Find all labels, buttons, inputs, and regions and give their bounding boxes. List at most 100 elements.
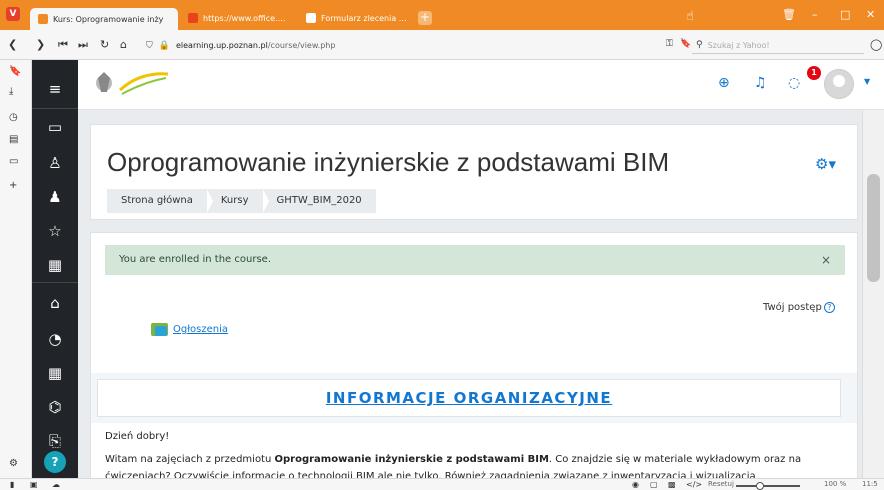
tab-course[interactable]: Kurs: Oprogramowanie inży [30,8,178,30]
notes-panel-icon[interactable]: ▤ [9,134,18,145]
info-section: INFORMACJE ORGANIZACYJNE [91,373,857,423]
avatar[interactable] [824,69,854,99]
add-panel-icon[interactable]: + [9,180,17,191]
book-icon[interactable]: ▦ [32,248,78,282]
url-field[interactable]: ⛉ 🔒 elearning.up.poznan.pl/course/view.p… [146,37,652,54]
tab-course-label: Kurs: Oprogramowanie inży [53,14,164,24]
search-input[interactable]: ⚲ Szukaj z Yahoo! [692,37,864,54]
zoom-slider-knob[interactable] [756,482,764,490]
office-favicon-icon [188,13,198,23]
reload-icon[interactable]: ↻ [100,38,109,51]
graduation-icon[interactable]: ⌬ [32,390,78,424]
settings-panel-icon[interactable]: ⚙ [9,458,18,469]
breadcrumb: Strona główna Kursy GHTW_BIM_2020 [107,189,376,213]
progress-label: Twój postęp [763,302,822,313]
announcements-link[interactable]: Ogłoszenia [173,324,228,335]
history-panel-icon[interactable]: ◷ [9,112,18,123]
bookmark-icon[interactable]: 🔖 [680,39,691,49]
notification-badge: 1 [807,66,821,80]
forward-icon[interactable]: ❯ [36,38,45,51]
nav-drawer: ≡ ▭ ♙ ♟ ☆ ▦ ⌂ ◔ ▦ ⌬ ⎘ ? [32,60,78,478]
forum-icon [151,323,168,336]
language-globe-icon[interactable]: ⊕ [718,75,730,91]
tab-form[interactable]: Formularz zlecenia "utworz [298,8,416,28]
site-navbar: ⊕ ♫ ◌ 1 ▼ [78,60,884,110]
dashboard-icon[interactable]: ◔ [32,322,78,356]
drawer-divider [32,282,78,283]
maximize-icon[interactable]: □ [840,8,850,21]
new-tab-button[interactable]: + [418,11,432,25]
drawer-divider [32,108,78,109]
window-panel-icon[interactable]: ▭ [9,156,18,167]
panel-toggle-icon[interactable]: ▮ [10,480,14,489]
image-icon[interactable]: ▩ [668,480,676,489]
zoom-level: 100 % [824,480,847,488]
info-heading-box: INFORMACJE ORGANIZACYJNE [97,379,841,417]
info-heading[interactable]: INFORMACJE ORGANIZACYJNE [326,389,612,407]
browser-side-panel: 🔖 ⤓ ◷ ▤ ▭ + ⚙ [0,60,32,478]
back-icon[interactable]: ❮ [8,38,17,51]
clock: 11:5 [862,480,878,488]
breadcrumb-course[interactable]: GHTW_BIM_2020 [263,189,376,213]
zoom-reset-button[interactable]: Resetuj [708,480,734,488]
zoom-slider[interactable] [736,482,800,490]
cloud-icon[interactable]: ☁ [52,480,60,489]
document-favicon-icon [306,13,316,23]
course-content: You are enrolled in the course. × Twój p… [90,232,858,478]
minimize-icon[interactable]: – [812,8,818,21]
profile-icon[interactable]: ◯ [870,38,882,51]
folder-icon[interactable]: ▭ [32,110,78,144]
intro-text-1: Witam na zajęciach z przedmiotu [105,454,275,465]
shield-icon: ⛉ [146,40,153,51]
window-icon[interactable]: ▢ [650,480,658,489]
close-window-icon[interactable]: ✕ [866,8,875,21]
page-header: Oprogramowanie inżynierskie z podstawami… [90,124,858,220]
help-icon[interactable]: ? [44,451,66,473]
greeting-text: Dzień dobry! [105,431,170,442]
help-question-icon[interactable]: ? [823,302,835,313]
bookmarks-panel-icon[interactable]: 🔖 [9,66,21,77]
tab-office[interactable]: https://www.office.com/?a [180,8,296,28]
page-content: Oprogramowanie inżynierskie z podstawami… [78,110,862,478]
progress-indicator: Twój postęp? [763,302,835,313]
key-icon[interactable]: ⚿ [666,39,673,49]
users-icon[interactable]: ♙ [32,146,78,180]
messages-icon[interactable]: ◌ [788,75,800,91]
intro-course-name: Oprogramowanie inżynierskie z podstawami… [274,454,549,465]
search-placeholder: Szukaj z Yahoo! [707,40,770,50]
close-icon[interactable]: × [821,245,831,275]
scrollbar-thumb[interactable] [867,174,880,282]
gear-icon[interactable]: ⚙▾ [815,155,836,173]
home-browser-icon[interactable]: ⌂ [120,38,127,51]
url-text: elearning.up.poznan.pl/course/view.php [175,41,336,50]
breadcrumb-courses[interactable]: Kursy [207,189,269,213]
chevron-down-icon[interactable]: ▼ [864,77,870,86]
breadcrumb-home[interactable]: Strona główna [107,189,213,213]
hand-cursor-icon: ☝ [686,9,694,24]
code-icon[interactable]: </> [686,480,702,489]
downloads-panel-icon[interactable]: ⤓ [9,86,13,97]
calendar-icon[interactable]: ▦ [32,356,78,390]
user-group-icon[interactable]: ♟ [32,180,78,214]
bell-icon[interactable]: ♫ [754,75,767,91]
university-logo[interactable] [92,68,172,100]
star-icon[interactable]: ☆ [32,214,78,248]
page-title: Oprogramowanie inżynierskie z podstawami… [107,147,670,177]
browser-logo-icon[interactable]: V [6,7,20,21]
capture-icon[interactable]: ◉ [632,480,639,489]
page-scrollbar[interactable] [862,110,884,478]
tab-office-label: https://www.office.com/?a [203,13,288,23]
moodle-favicon-icon [38,14,48,24]
tab-form-label: Formularz zlecenia "utworz [321,13,408,23]
address-bar: ❮ ❯ ⏮ ⏭ ↻ ⌂ ⛉ 🔒 elearning.up.poznan.pl/c… [0,30,884,60]
trash-icon[interactable]: 🗑 [782,8,796,21]
fast-forward-icon[interactable]: ⏭ [78,38,88,52]
hamburger-icon[interactable]: ≡ [32,72,78,106]
enrolled-alert: You are enrolled in the course. × [105,245,845,275]
home-icon[interactable]: ⌂ [32,286,78,320]
search-icon: ⚲ [696,40,703,50]
intro-paragraph: Witam na zajęciach z przedmiotu Oprogram… [105,451,847,478]
tile-icon[interactable]: ▣ [30,480,38,489]
rewind-icon[interactable]: ⏮ [58,38,68,52]
lock-icon: 🔒 [158,40,170,51]
